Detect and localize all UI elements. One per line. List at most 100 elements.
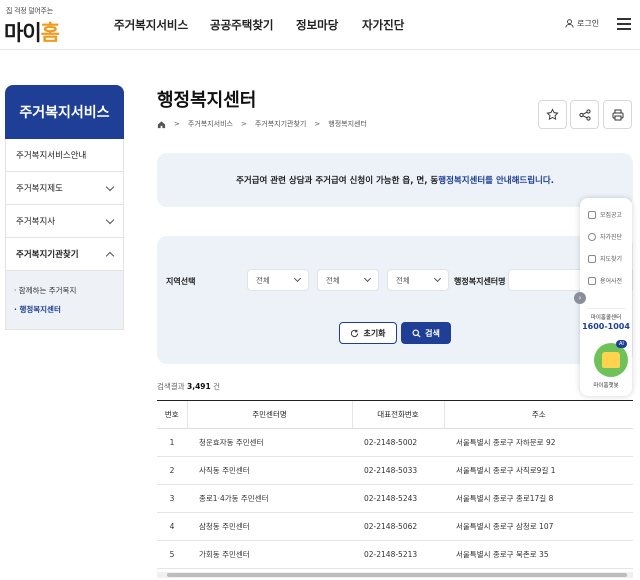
cell-phone: 02-2148-5213 (352, 540, 444, 569)
col-header-phone: 대표전화번호 (351, 400, 444, 429)
notice-highlight: 행정복지센터를 안내해드립니다. (438, 176, 554, 186)
search-label: 검색 (425, 328, 440, 338)
cell-name[interactable]: 청운효자동 주민센터 (187, 428, 352, 457)
reset-button[interactable]: 초기화 (339, 322, 397, 344)
cell-address: 서울특별시 종로구 삼청로 107 (444, 512, 633, 541)
table-row[interactable]: 4 삼청동 주민센터 02-2148-5062 서울특별시 종로구 삼청로 10… (157, 512, 633, 541)
refresh-icon (351, 329, 359, 337)
page-title: 행정복지센터 (157, 90, 257, 111)
select-value: 전체 (396, 275, 410, 285)
sidebar-title: 주거복지서비스 (5, 85, 124, 139)
cell-name[interactable]: 사직동 주민센터 (187, 456, 352, 485)
quick-item-label: 모집공고 (600, 212, 623, 219)
callcenter-phone[interactable]: 1600-1004 (580, 322, 632, 331)
print-icon (612, 109, 623, 120)
cell-name[interactable]: 종로1·4가동 주민센터 (187, 484, 352, 513)
share-icon (578, 108, 591, 121)
region-label: 지역선택 (166, 277, 196, 286)
chevron-down-icon (363, 274, 372, 283)
breadcrumb-sep: > (314, 120, 321, 128)
favorite-button[interactable] (538, 100, 567, 129)
chevron-up-icon (105, 251, 115, 260)
notice-banner: 주거급여 관련 상담과 주거급여 신청이 가능한 읍, 면, 동 행정복지센터를… (157, 153, 633, 207)
logo-name-a: 마이 (4, 21, 42, 45)
scrollbar-thumb[interactable] (167, 573, 627, 577)
quick-item-label: 지도찾기 (600, 256, 623, 263)
home-icon[interactable] (157, 120, 166, 129)
horizontal-scrollbar[interactable] (157, 572, 633, 578)
table-row[interactable]: 3 종로1·4가동 주민센터 02-2148-5243 서울특별시 종로구 종로… (157, 484, 633, 513)
share-button[interactable] (570, 100, 599, 129)
sidebar-item-welfare-worker[interactable]: 주거복지사 (6, 205, 123, 238)
search-panel: 지역선택 전체 전체 전체 행정복지센터명 초기화 검색 (157, 236, 633, 364)
quick-item-label: 용어사전 (600, 278, 623, 285)
table-row[interactable]: 2 사직동 주민센터 02-2148-5033 서울특별시 종로구 사직로9길 … (157, 456, 633, 485)
col-header-name: 주민센터명 (186, 400, 352, 429)
sidebar: 주거복지서비스안내 주거복지제도 주거복지사 주거복지기관찾기 · 함께하는 주… (5, 139, 124, 330)
nav-self-check[interactable]: 자가진단 (362, 17, 404, 33)
cell-no: 1 (157, 428, 187, 457)
chevron-down-icon (293, 274, 302, 283)
cell-name[interactable]: 삼청동 주민센터 (187, 512, 352, 541)
col-header-address: 주소 (443, 400, 633, 429)
building-icon (588, 254, 596, 263)
select-value: 전체 (256, 275, 270, 285)
sidebar-item-label: 주거복지제도 (16, 184, 63, 194)
sidebar-subitem-together[interactable]: · 함께하는 주거복지 (14, 281, 115, 300)
quick-item-notice[interactable]: 모집공고 (588, 210, 622, 219)
header: 집 걱정 덜어주는 마이홈 주거복지서비스 공공주택찾기 정보마당 자가진단 로… (0, 0, 640, 50)
sidebar-item-label: 주거복지기관찾기 (16, 250, 79, 260)
cell-no: 5 (157, 540, 187, 569)
cell-no: 4 (157, 512, 187, 541)
region-select-3[interactable]: 전체 (387, 269, 449, 291)
chevron-down-icon (433, 274, 442, 283)
quick-menu-toggle-icon[interactable]: › (574, 292, 586, 304)
ai-badge: AI (616, 340, 627, 348)
hamburger-menu-icon[interactable] (617, 18, 631, 30)
cell-phone: 02-2148-5062 (352, 512, 444, 541)
table-row[interactable]: 1 청운효자동 주민센터 02-2148-5002 서울특별시 종로구 자하문로… (157, 428, 633, 457)
result-suffix: 건 (213, 382, 221, 391)
quick-item-label: 자가진단 (600, 234, 623, 241)
breadcrumb-sep: > (240, 120, 247, 128)
quick-item-self-check[interactable]: 자가진단 (588, 232, 622, 241)
quick-item-map[interactable]: 지도찾기 (588, 254, 622, 263)
breadcrumb-item[interactable]: 주거복지서비스 (188, 119, 233, 129)
cell-name[interactable]: 가회동 주민센터 (187, 540, 352, 569)
result-prefix: 검색결과 (157, 382, 185, 391)
logo[interactable]: 집 걱정 덜어주는 마이홈 (4, 6, 74, 47)
sidebar-item-service-guide[interactable]: 주거복지서비스안내 (6, 139, 123, 172)
login-label: 로그인 (577, 19, 600, 28)
search-icon (412, 328, 421, 338)
col-header-no: 번호 (157, 400, 187, 429)
search-button[interactable]: 검색 (401, 322, 451, 344)
cell-address: 서울특별시 종로구 종로17길 8 (444, 484, 633, 513)
print-button[interactable] (603, 100, 632, 129)
sidebar-item-system[interactable]: 주거복지제도 (6, 172, 123, 205)
region-select-2[interactable]: 전체 (317, 269, 379, 291)
cell-no: 3 (157, 484, 187, 513)
target-icon (588, 232, 596, 241)
chevron-down-icon (105, 215, 115, 224)
sidebar-subitem-admin-center[interactable]: · 행정복지센터 (14, 300, 115, 319)
breadcrumb: > 주거복지서비스 > 주거복지기관찾기 > 행정복지센터 (157, 119, 367, 129)
result-number: 3,491 (187, 382, 211, 391)
login-link[interactable]: 로그인 (565, 18, 599, 29)
table-row[interactable]: 5 가회동 주민센터 02-2148-5213 서울특별시 종로구 북촌로 35 (157, 540, 633, 569)
chatbot-button[interactable]: AI (594, 340, 628, 377)
cell-phone: 02-2148-5243 (352, 484, 444, 513)
region-select-1[interactable]: 전체 (247, 269, 309, 291)
nav-public-housing[interactable]: 공공주택찾기 (210, 17, 273, 33)
sidebar-item-find-agency[interactable]: 주거복지기관찾기 (6, 238, 123, 271)
nav-info[interactable]: 정보마당 (296, 17, 338, 33)
logo-name: 마이홈 (4, 17, 60, 47)
breadcrumb-item[interactable]: 주거복지기관찾기 (255, 119, 307, 129)
sidebar-submenu: · 함께하는 주거복지 · 행정복지센터 (6, 271, 123, 329)
star-icon (546, 108, 559, 121)
quick-menu: › 모집공고 자가진단 지도찾기 용어사전 마이홈콜센터 1600-1004 A… (574, 198, 632, 396)
breadcrumb-sep: > (174, 120, 180, 128)
clipboard-icon (588, 210, 596, 219)
cell-address: 서울특별시 종로구 북촌로 35 (444, 540, 633, 569)
quick-item-dictionary[interactable]: 용어사전 (588, 276, 622, 285)
nav-housing-welfare[interactable]: 주거복지서비스 (114, 17, 188, 33)
